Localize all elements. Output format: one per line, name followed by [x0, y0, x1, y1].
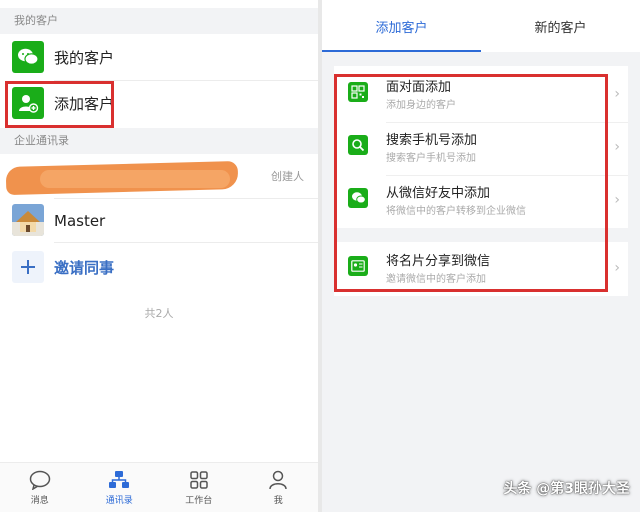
- tab-label: 通讯录: [105, 495, 133, 506]
- section-label-my-customers: 我的客户: [0, 8, 318, 34]
- contacts-panel: 我的客户 我的客户 添加客户 企业通讯录 创建人 Master 邀请同事 共2人…: [0, 0, 318, 512]
- tab-add-customer[interactable]: 添加客户: [322, 0, 481, 52]
- chevron-right-icon: ›: [614, 192, 620, 208]
- chat-bubble-icon: [29, 470, 50, 490]
- invite-colleague-label: 邀请同事: [54, 258, 115, 277]
- total-count: 共2人: [144, 307, 174, 320]
- chevron-right-icon: ›: [614, 260, 620, 276]
- tab-new-customer[interactable]: 新的客户: [481, 0, 640, 52]
- tab-label: 工作台: [185, 495, 213, 506]
- tab-messages[interactable]: 消息: [0, 463, 80, 512]
- person-icon: [269, 470, 287, 489]
- my-customers-label: 我的客户: [54, 48, 115, 67]
- contact-name: Master: [54, 212, 106, 230]
- plus-icon: [12, 251, 44, 283]
- highlight-box: [5, 81, 114, 128]
- tab-label: 我: [273, 495, 283, 506]
- bottom-tab-bar: 消息 通讯录 工作台 我: [0, 462, 318, 512]
- top-tabs: 添加客户 新的客户: [322, 0, 640, 52]
- add-customer-panel: 添加客户 新的客户 面对面添加 添加身边的客户 › 搜索手机号添加 搜索客户手机…: [322, 0, 640, 512]
- section-label-corp-directory: 企业通讯录: [0, 128, 318, 154]
- avatar: [12, 204, 44, 236]
- watermark: 头条 @第3眼孙大圣: [503, 481, 630, 497]
- grid-apps-icon: [190, 470, 208, 489]
- divider: [54, 242, 318, 243]
- chevron-right-icon: ›: [614, 139, 620, 155]
- divider: [54, 198, 318, 199]
- contact-row-master[interactable]: Master: [0, 200, 318, 242]
- tab-label: 消息: [30, 495, 49, 506]
- my-customers-row[interactable]: 我的客户: [0, 36, 318, 78]
- contacts-org-icon: [109, 470, 130, 488]
- invite-colleague-row[interactable]: 邀请同事: [0, 246, 318, 288]
- tab-me[interactable]: 我: [239, 463, 319, 512]
- creator-tag: 创建人: [271, 170, 304, 183]
- tab-contacts[interactable]: 通讯录: [80, 463, 160, 512]
- redaction-scribble: [40, 170, 230, 188]
- chevron-right-icon: ›: [614, 86, 620, 102]
- tab-workbench[interactable]: 工作台: [159, 463, 239, 512]
- wechat-icon: [12, 41, 44, 73]
- highlight-box: [334, 74, 608, 292]
